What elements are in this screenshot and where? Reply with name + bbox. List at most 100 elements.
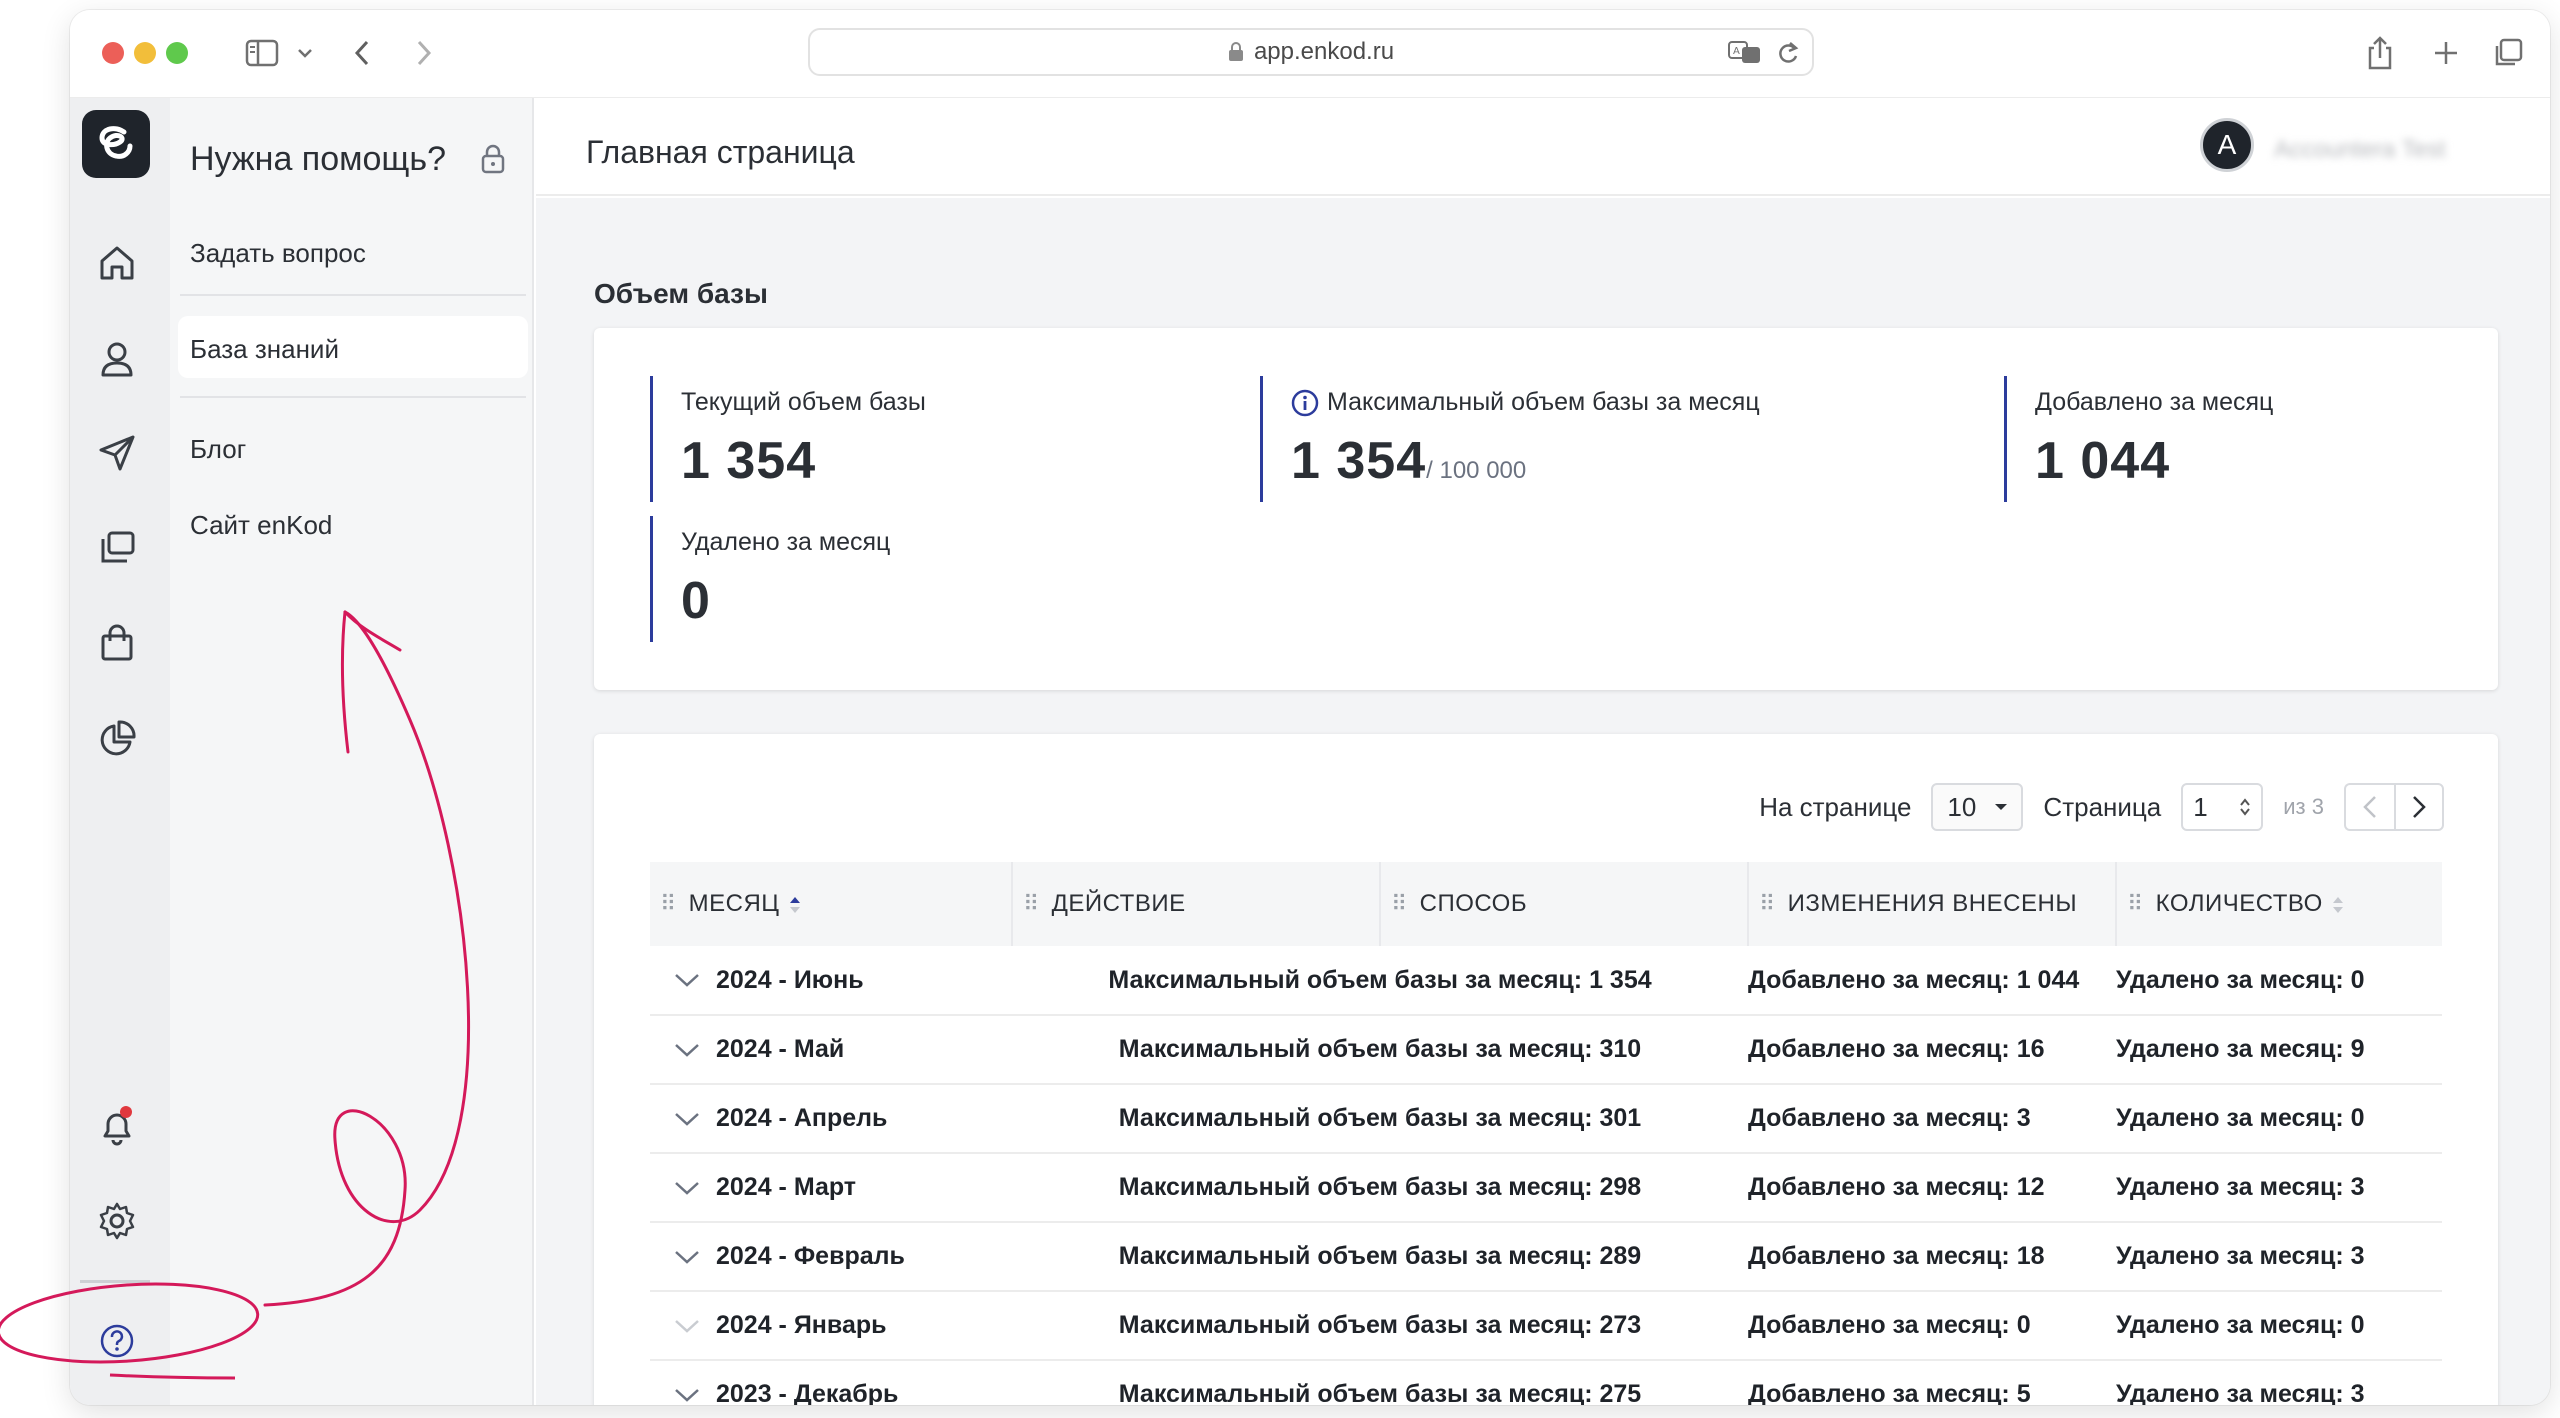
chevron-right-icon	[2413, 796, 2426, 818]
row-added: Добавлено за месяц: 3	[1748, 1084, 2116, 1154]
stat-value: 1 354	[1291, 432, 1427, 490]
sort-icon[interactable]	[2331, 895, 2345, 915]
row-deleted: Удалено за месяц: 3	[2116, 1153, 2442, 1223]
row-added: Добавлено за месяц: 5	[1748, 1360, 2116, 1405]
drag-handle-icon[interactable]: ⠿	[660, 891, 677, 916]
share-icon[interactable]	[2360, 30, 2400, 76]
help-item-enkod-site[interactable]: Сайт enKod	[190, 510, 332, 541]
expand-chevron-icon[interactable]	[674, 1243, 702, 1271]
close-window-button[interactable]	[102, 42, 124, 64]
row-month: 2024 - Июнь	[716, 965, 864, 994]
expand-chevron-icon[interactable]	[674, 1036, 702, 1064]
prev-page-button[interactable]	[2344, 783, 2394, 831]
row-max: Максимальный объем базы за месяц: 273	[1012, 1291, 1748, 1361]
chevron-down-icon[interactable]	[290, 30, 320, 76]
row-added: Добавлено за месяц: 16	[1748, 1015, 2116, 1085]
column-header-method[interactable]: ⠿ СПОСОБ	[1380, 862, 1749, 946]
expand-chevron-icon[interactable]	[674, 1174, 702, 1202]
help-panel-title: Нужна помощь?	[190, 140, 447, 178]
home-icon[interactable]	[92, 238, 142, 288]
row-max: Максимальный объем базы за месяц: 298	[1012, 1153, 1748, 1223]
help-question-icon[interactable]	[92, 1316, 142, 1366]
table-row[interactable]: 2024 - Май Максимальный объем базы за ме…	[650, 1015, 2442, 1085]
table-row[interactable]: 2024 - Июнь Максимальный объем базы за м…	[650, 946, 2442, 1016]
drag-handle-icon[interactable]: ⠿	[1023, 891, 1040, 916]
settings-gear-icon[interactable]	[92, 1196, 142, 1246]
back-icon[interactable]	[342, 30, 382, 76]
stepper-icon[interactable]	[2239, 797, 2251, 817]
table-row[interactable]: 2024 - Март Максимальный объем базы за м…	[650, 1153, 2442, 1223]
row-deleted: Удалено за месяц: 3	[2116, 1360, 2442, 1405]
drag-handle-icon[interactable]: ⠿	[1391, 891, 1408, 916]
next-page-button[interactable]	[2394, 783, 2444, 831]
expand-chevron-icon[interactable]	[674, 1312, 702, 1340]
help-divider	[180, 396, 526, 398]
section-title: Объем базы	[594, 278, 768, 309]
row-added: Добавлено за месяц: 12	[1748, 1153, 2116, 1223]
send-icon[interactable]	[92, 428, 142, 478]
column-header-count[interactable]: ⠿ КОЛИЧЕСТВО	[2116, 862, 2442, 946]
lock-icon[interactable]	[480, 144, 506, 179]
help-divider	[180, 294, 526, 296]
stat-value: 1 354	[681, 432, 817, 490]
analytics-pie-icon[interactable]	[92, 714, 142, 764]
notifications-bell-icon[interactable]	[92, 1102, 142, 1152]
pagination: На странице 10 Страница 1 из 3	[1759, 782, 2444, 832]
column-header-changed-by[interactable]: ⠿ ИЗМЕНЕНИЯ ВНЕСЕНЫ	[1748, 862, 2117, 946]
row-max: Максимальный объем базы за месяц: 301	[1012, 1084, 1748, 1154]
row-deleted: Удалено за месяц: 3	[2116, 1222, 2442, 1292]
avatar[interactable]: A	[2200, 118, 2254, 172]
row-deleted: Удалено за месяц: 0	[2116, 1084, 2442, 1154]
row-month: 2024 - Январь	[716, 1311, 887, 1339]
new-tab-icon[interactable]	[2426, 30, 2466, 76]
row-month: 2023 - Декабрь	[716, 1380, 899, 1405]
sort-icon[interactable]	[788, 895, 802, 915]
drag-handle-icon[interactable]: ⠿	[2127, 891, 2144, 916]
address-bar[interactable]: app.enkod.ru A	[808, 28, 1814, 76]
row-month: 2024 - Февраль	[716, 1242, 905, 1270]
info-icon[interactable]	[1291, 389, 1319, 417]
contacts-icon[interactable]	[92, 334, 142, 384]
column-header-month[interactable]: ⠿ МЕСЯЦ	[650, 862, 1013, 946]
column-header-action[interactable]: ⠿ ДЕЙСТВИЕ	[1012, 862, 1381, 946]
table-row[interactable]: 2023 - Декабрь Максимальный объем базы з…	[650, 1360, 2442, 1405]
translate-icon[interactable]: A	[1728, 40, 1762, 69]
expand-chevron-icon[interactable]	[674, 1381, 702, 1406]
help-item-knowledge-base[interactable]: База знаний	[190, 334, 339, 365]
per-page-select[interactable]: 10	[1931, 783, 2024, 831]
account-name[interactable]: Accountera Test	[2274, 136, 2446, 164]
page-label: Страница	[2043, 791, 2162, 822]
stat-max: Максимальный объем базы за месяц 1 354/ …	[1260, 376, 1760, 502]
browser-toolbar: app.enkod.ru A	[70, 10, 2550, 98]
row-month: 2024 - Май	[716, 1035, 845, 1063]
stat-label: Текущий объем базы	[681, 388, 926, 416]
enkod-logo[interactable]	[82, 110, 150, 178]
tabs-overview-icon[interactable]	[2488, 30, 2528, 76]
notification-badge	[120, 1106, 132, 1118]
expand-chevron-icon[interactable]	[674, 966, 702, 994]
drag-handle-icon[interactable]: ⠿	[1759, 891, 1776, 916]
row-deleted: Удалено за месяц: 0	[2116, 946, 2442, 1016]
shop-bag-icon[interactable]	[92, 618, 142, 668]
help-item-ask-question[interactable]: Задать вопрос	[190, 238, 366, 269]
stat-current: Текущий объем базы 1 354	[650, 376, 926, 502]
minimize-window-button[interactable]	[134, 42, 156, 64]
history-table: ⠿ МЕСЯЦ ⠿ ДЕЙСТВИЕ ⠿ СПОСОБ ⠿ ИЗМЕНЕНИЯ ВНЕС…	[650, 862, 2442, 1405]
row-deleted: Удалено за месяц: 9	[2116, 1015, 2442, 1085]
row-max: Максимальный объем базы за месяц: 289	[1012, 1222, 1748, 1292]
templates-icon[interactable]	[92, 522, 142, 572]
expand-chevron-icon[interactable]	[674, 1105, 702, 1133]
zoom-window-button[interactable]	[166, 42, 188, 64]
page-number-input[interactable]: 1	[2181, 783, 2264, 831]
stat-label: Добавлено за месяц	[2035, 388, 2274, 416]
help-item-blog[interactable]: Блог	[190, 434, 246, 465]
table-row[interactable]: 2024 - Февраль Максимальный объем базы з…	[650, 1222, 2442, 1292]
reload-icon[interactable]	[1776, 40, 1800, 71]
table-row[interactable]: 2024 - Январь Максимальный объем базы за…	[650, 1291, 2442, 1361]
table-row[interactable]: 2024 - Апрель Максимальный объем базы за…	[650, 1084, 2442, 1154]
caret-down-icon	[1995, 804, 2008, 810]
stat-value: 0	[681, 572, 711, 630]
sidebar-toggle-icon[interactable]	[232, 30, 292, 76]
stat-value: 1 044	[2035, 432, 2171, 490]
forward-icon[interactable]	[404, 30, 444, 76]
